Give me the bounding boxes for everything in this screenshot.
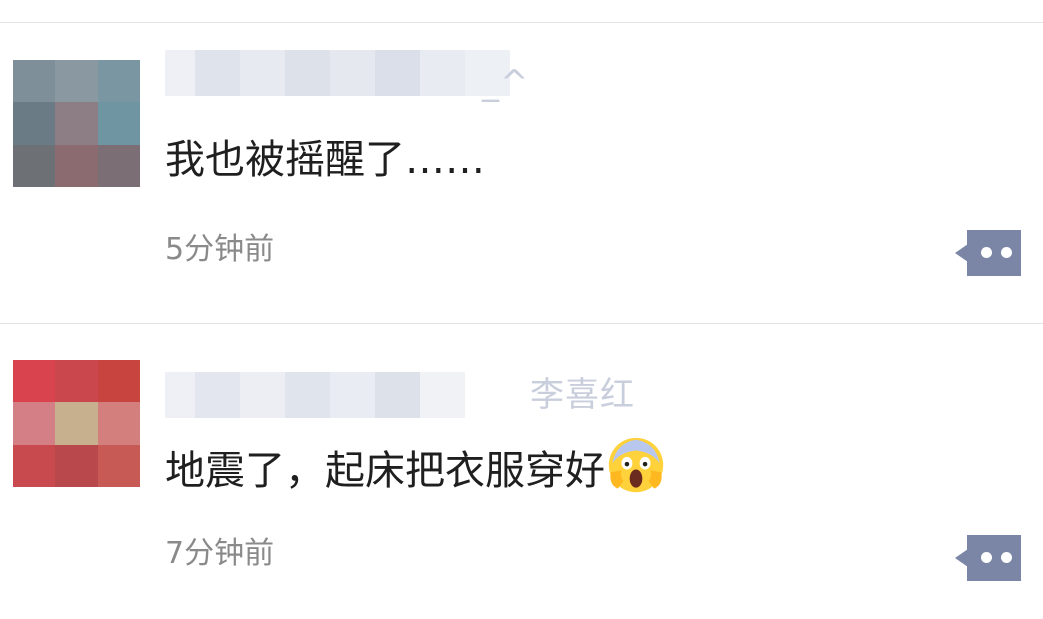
- avatar-pixel: [97, 60, 140, 103]
- avatar-pixel: [13, 144, 56, 187]
- avatar[interactable]: [13, 60, 140, 187]
- author-name-blurred[interactable]: [165, 50, 510, 96]
- avatar-pixel: [13, 102, 56, 145]
- avatar-pixel: [97, 360, 140, 403]
- author-name-suffix: _^: [482, 63, 530, 103]
- comment-text: 地震了，起床把衣服穿好: [165, 436, 665, 499]
- avatar-pixel: [55, 360, 98, 403]
- avatar[interactable]: [13, 360, 140, 487]
- avatar-pixel: [55, 102, 98, 145]
- comment-time: 5分钟前: [165, 232, 275, 267]
- avatar-pixel: [55, 402, 98, 445]
- avatar-pixel: [55, 60, 98, 103]
- avatar-pixel: [55, 144, 98, 187]
- top-divider: [0, 22, 1043, 23]
- avatar-pixel: [13, 444, 56, 487]
- more-dots-icon: [981, 247, 992, 258]
- avatar-pixel: [97, 102, 140, 145]
- comment-time: 7分钟前: [165, 536, 275, 571]
- face-screaming-in-fear-icon: [608, 437, 664, 493]
- avatar-pixel: [97, 402, 140, 445]
- more-button[interactable]: [955, 230, 1021, 276]
- avatar-pixel: [13, 360, 56, 403]
- avatar-pixel: [55, 444, 98, 487]
- more-dots-icon: [981, 552, 992, 563]
- avatar-pixel: [13, 60, 56, 103]
- avatar-pixel: [13, 402, 56, 445]
- comment-divider: [0, 323, 1043, 324]
- author-name-blurred[interactable]: [165, 372, 465, 418]
- more-button[interactable]: [955, 535, 1021, 581]
- author-name-suffix: 李喜红: [530, 375, 635, 415]
- comment-text: 我也被摇醒了……: [165, 137, 485, 183]
- avatar-pixel: [97, 144, 140, 187]
- avatar-pixel: [97, 444, 140, 487]
